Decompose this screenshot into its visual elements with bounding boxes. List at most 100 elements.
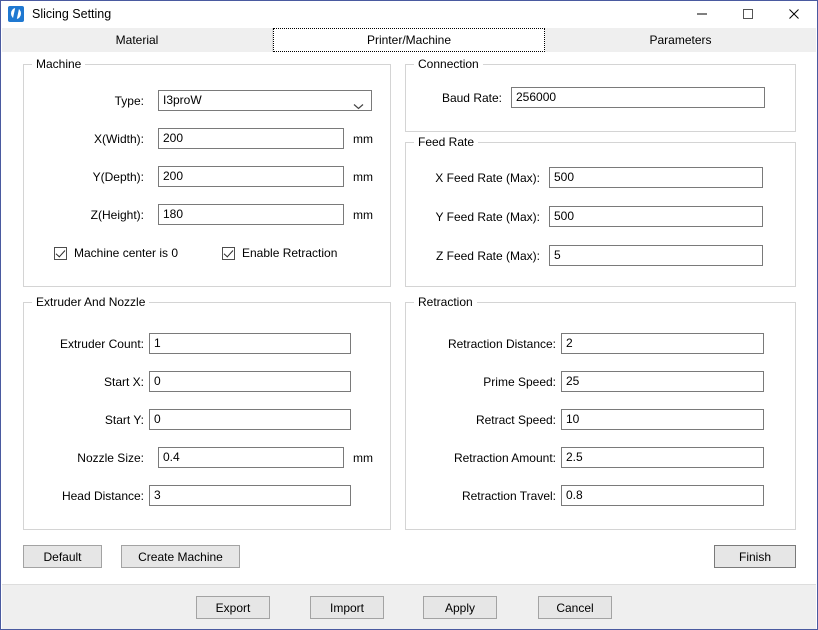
group-extruder-and-nozzle: Extruder And Nozzle Extruder Count: 1 St…	[23, 295, 392, 530]
field-y-feed-rate-label: Y Feed Rate (Max):	[435, 209, 540, 224]
start-x-input[interactable]: 0	[149, 371, 351, 392]
field-z-height: Z(Height): 180 mm	[24, 204, 392, 225]
field-retraction-distance-label: Retraction Distance:	[447, 336, 556, 351]
machine-type-combobox[interactable]: I3proW	[158, 90, 372, 111]
field-start-y-label: Start Y:	[104, 412, 144, 427]
x-width-input[interactable]: 200	[158, 128, 344, 149]
group-connection: Connection Baud Rate: 256000	[405, 57, 797, 132]
tab-strip: Material Printer/Machine Parameters	[2, 28, 816, 53]
field-x-feed-rate-label: X Feed Rate (Max):	[435, 170, 540, 185]
tab-parameters-label: Parameters	[649, 33, 712, 47]
field-x-width: X(Width): 200 mm	[24, 128, 392, 149]
z-height-input[interactable]: 180	[158, 204, 344, 225]
field-prime-speed-label: Prime Speed:	[483, 374, 556, 389]
window-controls	[679, 1, 817, 27]
group-retraction-title: Retraction	[414, 295, 477, 309]
field-type-label: Type:	[114, 93, 144, 108]
enable-retraction-checkbox-icon[interactable]	[222, 246, 235, 260]
field-retraction-distance: Retraction Distance: 2	[406, 333, 797, 354]
tab-content-printer-machine: Machine Type: I3proW X(Width): 200 mm Y(…	[2, 52, 816, 583]
field-retraction-travel-label: Retraction Travel:	[461, 488, 556, 503]
field-start-y: Start Y: 0	[24, 409, 392, 430]
field-prime-speed: Prime Speed: 25	[406, 371, 797, 392]
field-type: Type: I3proW	[24, 90, 372, 111]
field-y-feed-rate: Y Feed Rate (Max): 500	[406, 206, 797, 227]
tab-material[interactable]: Material	[2, 28, 273, 52]
group-connection-title: Connection	[414, 57, 483, 71]
machine-center-label: Machine center is 0	[74, 246, 179, 260]
field-retract-speed: Retract Speed: 10	[406, 409, 797, 430]
chevron-down-icon	[353, 97, 364, 110]
minimize-button[interactable]	[679, 1, 725, 27]
baud-rate-input[interactable]: 256000	[511, 87, 765, 108]
dialog-footer: Export Import Apply Cancel	[2, 584, 816, 629]
import-button[interactable]: Import	[310, 596, 384, 619]
y-depth-input[interactable]: 200	[158, 166, 344, 187]
tab-material-label: Material	[115, 33, 159, 47]
x-width-unit: mm	[353, 131, 373, 146]
maximize-icon	[743, 9, 753, 19]
machine-center-checkbox-icon[interactable]	[54, 246, 67, 260]
retraction-travel-input[interactable]: 0.8	[561, 485, 764, 506]
field-extruder-count-label: Extruder Count:	[59, 336, 144, 351]
head-distance-input[interactable]: 3	[149, 485, 351, 506]
retract-speed-input[interactable]: 10	[561, 409, 764, 430]
finish-button[interactable]: Finish	[714, 545, 796, 568]
create-machine-button[interactable]: Create Machine	[121, 545, 240, 568]
tab-printer-machine[interactable]: Printer/Machine	[273, 28, 545, 52]
slicing-setting-window: Slicing Setting Material Printer/Machine…	[0, 0, 818, 630]
printer-app-icon	[8, 6, 24, 22]
extruder-count-input[interactable]: 1	[149, 333, 351, 354]
field-z-feed-rate-label: Z Feed Rate (Max):	[435, 248, 540, 263]
y-feed-rate-input[interactable]: 500	[549, 206, 763, 227]
close-icon	[789, 9, 799, 19]
field-start-x: Start X: 0	[24, 371, 392, 392]
enable-retraction-label: Enable Retraction	[242, 246, 338, 260]
z-height-unit: mm	[353, 207, 373, 222]
retraction-amount-input[interactable]: 2.5	[561, 447, 764, 468]
checkbox-enable-retraction[interactable]: Enable Retraction	[222, 246, 337, 260]
retraction-distance-input[interactable]: 2	[561, 333, 764, 354]
group-machine-title: Machine	[32, 57, 86, 71]
field-x-width-label: X(Width):	[93, 131, 144, 146]
field-head-distance: Head Distance: 3	[24, 485, 392, 506]
nozzle-size-input[interactable]: 0.4	[158, 447, 344, 468]
tab-parameters[interactable]: Parameters	[545, 28, 816, 52]
minimize-icon	[697, 13, 707, 15]
field-start-x-label: Start X:	[103, 374, 144, 389]
group-feed-rate-title: Feed Rate	[414, 135, 479, 149]
field-z-height-label: Z(Height):	[90, 207, 144, 222]
z-feed-rate-input[interactable]: 5	[549, 245, 763, 266]
start-y-input[interactable]: 0	[149, 409, 351, 430]
field-retract-speed-label: Retract Speed:	[475, 412, 556, 427]
title-bar: Slicing Setting	[1, 1, 817, 27]
field-retraction-travel: Retraction Travel: 0.8	[406, 485, 797, 506]
field-baud-rate: Baud Rate: 256000	[406, 87, 797, 108]
apply-button[interactable]: Apply	[423, 596, 497, 619]
field-nozzle-size-label: Nozzle Size:	[77, 450, 144, 465]
nozzle-size-unit: mm	[353, 450, 373, 465]
machine-type-value: I3proW	[163, 93, 202, 107]
field-z-feed-rate: Z Feed Rate (Max): 5	[406, 245, 797, 266]
export-button[interactable]: Export	[196, 596, 270, 619]
field-y-depth-label: Y(Depth):	[92, 169, 144, 184]
field-retraction-amount-label: Retraction Amount:	[453, 450, 556, 465]
field-y-depth: Y(Depth): 200 mm	[24, 166, 392, 187]
group-extruder-and-nozzle-title: Extruder And Nozzle	[32, 295, 150, 309]
group-retraction: Retraction Retraction Distance: 2 Prime …	[405, 295, 797, 530]
field-nozzle-size: Nozzle Size: 0.4 mm	[24, 447, 392, 468]
checkbox-machine-center-is-0[interactable]: Machine center is 0	[54, 246, 178, 260]
field-x-feed-rate: X Feed Rate (Max): 500	[406, 167, 797, 188]
maximize-button[interactable]	[725, 1, 771, 27]
field-extruder-count: Extruder Count: 1	[24, 333, 392, 354]
group-machine: Machine Type: I3proW X(Width): 200 mm Y(…	[23, 57, 392, 287]
field-head-distance-label: Head Distance:	[61, 488, 144, 503]
group-feed-rate: Feed Rate X Feed Rate (Max): 500 Y Feed …	[405, 135, 797, 287]
cancel-button[interactable]: Cancel	[538, 596, 612, 619]
default-button[interactable]: Default	[23, 545, 102, 568]
x-feed-rate-input[interactable]: 500	[549, 167, 763, 188]
close-button[interactable]	[771, 1, 817, 27]
prime-speed-input[interactable]: 25	[561, 371, 764, 392]
field-baud-rate-label: Baud Rate:	[441, 90, 502, 105]
field-retraction-amount: Retraction Amount: 2.5	[406, 447, 797, 468]
